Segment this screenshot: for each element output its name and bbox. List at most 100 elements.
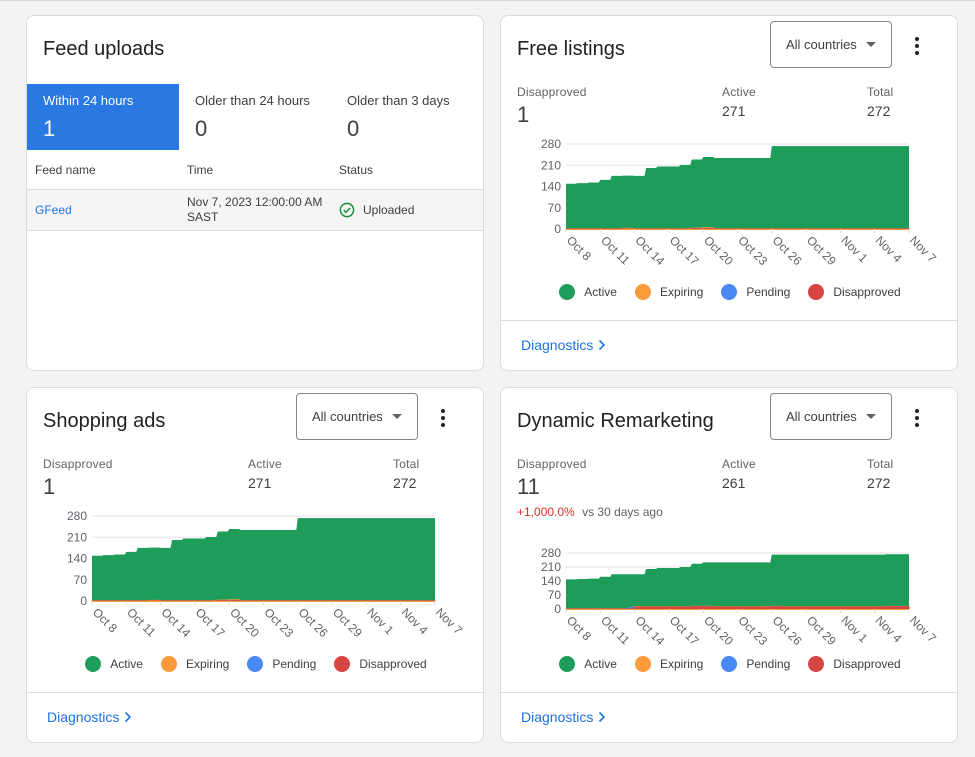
series-area-active [566, 145, 909, 229]
y-tick-label: 0 [80, 594, 87, 608]
chevron-right-icon [599, 711, 606, 723]
feed-uploads-card: Feed uploads Within 24 hours 1 Older tha… [26, 15, 484, 371]
legend-item-disapproved[interactable]: Disapproved [334, 656, 427, 672]
x-tick-label: Oct 11 [598, 233, 632, 267]
change-percent: +1,000.0% [517, 505, 575, 519]
y-tick-label: 280 [541, 546, 561, 560]
y-tick-label: 210 [541, 560, 561, 574]
stat-value: 261 [722, 475, 746, 491]
stat-label: Total [867, 85, 894, 99]
x-tick-label: Oct 17 [193, 605, 228, 640]
country-filter-dropdown[interactable]: All countries [770, 21, 892, 68]
diagnostics-link[interactable]: Diagnostics [47, 709, 133, 725]
y-tick-label: 70 [548, 201, 562, 215]
legend-item-expiring[interactable]: Expiring [160, 656, 229, 672]
stat-total: Total 272 [393, 457, 419, 491]
status-area-chart: 0 70 140 210 280 Oct 8 Oct 11 Oct 14 Oct 17 Oct 2… [501, 538, 957, 648]
country-filter-value: All countries [786, 37, 857, 52]
x-tick-label: Oct 20 [227, 605, 262, 640]
x-tick-label: Nov 7 [907, 233, 939, 265]
more-vert-icon-dot [441, 423, 445, 427]
diagnostics-label: Diagnostics [47, 709, 120, 725]
legend-item-active[interactable]: Active [559, 284, 617, 300]
x-tick-label: Oct 8 [90, 605, 120, 635]
more-vert-icon-dot [915, 423, 919, 427]
chart-legend: Active Expiring Pending Disapproved [27, 656, 483, 672]
stat-label: Total [867, 457, 894, 471]
status-area-chart: 0 70 140 210 280 Oct 8 Oct 11 Oct 14 Oct 17 Oct 2… [501, 134, 957, 274]
stat-value: 272 [393, 475, 417, 491]
dynamic-remarketing-card: Dynamic Remarketing All countries Disapp… [500, 387, 958, 743]
more-vert-icon [441, 409, 445, 413]
more-vert-icon-dot [915, 51, 919, 55]
stat-disapproved: Disapproved 11 [517, 457, 587, 500]
stat-total: Total 272 [867, 85, 893, 119]
more-options-button[interactable] [431, 406, 455, 430]
stat-active: Active 271 [248, 457, 282, 491]
legend-item-disapproved[interactable]: Disapproved [808, 284, 901, 300]
diagnostics-link[interactable]: Diagnostics [521, 337, 607, 353]
x-tick-label: Oct 11 [598, 613, 632, 647]
feed-table: Feed name Time Status GFeed Nov 7, 2023 … [27, 150, 483, 231]
chevron-right-icon [125, 711, 132, 723]
column-header-feed-name: Feed name [35, 163, 96, 177]
stat-value: 1 [43, 474, 56, 499]
legend-item-pending[interactable]: Pending [721, 656, 790, 672]
series-area-active [566, 554, 909, 609]
shopping-ads-card: Shopping ads All countries Disapproved 1… [26, 387, 484, 743]
diagnostics-label: Diagnostics [521, 337, 594, 353]
country-filter-dropdown[interactable]: All countries [770, 393, 892, 440]
legend-dot-icon [808, 284, 825, 300]
legend-item-pending[interactable]: Pending [721, 284, 790, 300]
x-tick-label: Nov 1 [838, 613, 870, 645]
legend-label: Disapproved [833, 657, 901, 671]
y-tick-label: 70 [548, 588, 562, 602]
card-footer: Diagnostics [27, 692, 483, 742]
stat-value: 271 [248, 475, 272, 491]
upload-time: Nov 7, 2023 12:00:00 AM SAST [187, 195, 322, 225]
dropdown-caret-icon [865, 42, 876, 47]
chevron-right-icon [599, 339, 606, 351]
diagnostics-link[interactable]: Diagnostics [521, 709, 607, 725]
y-tick-label: 0 [554, 222, 561, 236]
y-tick-label: 140 [67, 552, 87, 566]
legend-item-expiring[interactable]: Expiring [634, 656, 704, 672]
stat-disapproved: Disapproved 1 [517, 85, 587, 128]
stat-value: 272 [867, 103, 891, 119]
column-header-time: Time [187, 163, 214, 177]
x-tick-label: Oct 23 [735, 613, 770, 648]
x-tick-label: Oct 20 [701, 613, 736, 648]
legend-label: Pending [746, 285, 791, 299]
stat-label: Active [248, 457, 282, 471]
y-tick-label: 280 [67, 509, 87, 523]
x-tick-label: Nov 4 [399, 605, 431, 637]
tab-label: Within 24 hours [43, 93, 134, 108]
y-tick-label: 210 [541, 158, 561, 172]
tab-older-than-24-hours[interactable]: Older than 24 hours 0 [179, 84, 331, 150]
x-tick-label: Oct 8 [564, 233, 594, 263]
legend-item-expiring[interactable]: Expiring [634, 284, 704, 300]
stat-label: Disapproved [43, 457, 113, 471]
legend-item-active[interactable]: Active [85, 656, 143, 672]
x-tick-label: Oct 17 [667, 233, 702, 268]
legend-label: Expiring [659, 657, 704, 671]
card-title: Feed uploads [43, 38, 165, 60]
tab-older-than-3-days[interactable]: Older than 3 days 0 [331, 84, 483, 150]
dropdown-caret-icon [865, 414, 876, 419]
country-filter-dropdown[interactable]: All countries [296, 393, 418, 440]
tab-count: 0 [347, 116, 360, 141]
upload-status: Uploaded [339, 202, 414, 218]
legend-item-disapproved[interactable]: Disapproved [808, 656, 901, 672]
legend-dot-icon [559, 284, 576, 300]
y-tick-label: 0 [554, 602, 561, 616]
x-tick-label: Nov 1 [838, 233, 870, 265]
feed-name-link[interactable]: GFeed [35, 203, 72, 217]
more-vert-icon [915, 409, 919, 413]
legend-item-active[interactable]: Active [559, 656, 617, 672]
more-options-button[interactable] [905, 406, 929, 430]
tab-within-24-hours[interactable]: Within 24 hours 1 [27, 84, 179, 150]
more-options-button[interactable] [905, 34, 929, 58]
legend-item-pending[interactable]: Pending [247, 656, 316, 672]
column-header-status: Status [339, 163, 374, 177]
legend-label: Expiring [659, 285, 704, 299]
